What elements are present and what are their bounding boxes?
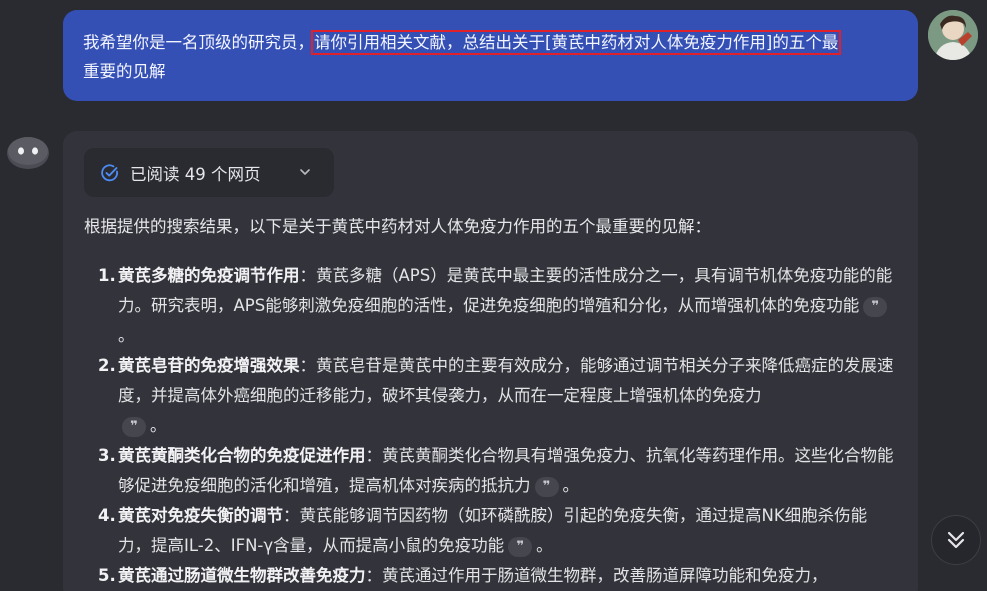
citation-link[interactable]: ❞ [534,476,559,497]
user-avatar-photo [928,10,978,60]
list-item-heading: 黄芪皂苷的免疫增强效果 [118,356,300,375]
list-item-number: 5. [98,566,116,585]
list-item-end: 。 [150,416,167,435]
list-item-heading: 黄芪通过肠道微生物群改善免疫力 [118,566,366,585]
bot-avatar [6,136,50,170]
read-sources-label: 已阅读 49 个网页 [130,164,261,184]
list-item-number: 4. [98,506,116,525]
list-item-heading: 黄芪对免疫失衡的调节 [118,506,283,525]
list-item-end: 。 [562,476,580,495]
list-item: 4. 黄芪对免疫失衡的调节：黄芪能够调节因药物（如环磷酰胺）引起的免疫失衡，通过… [98,501,898,561]
list-item: 5. 黄芪通过肠道微生物群改善免疫力：黄芪通过作用于肠道微生物群，改善肠道屏障功… [98,561,898,591]
citation-link[interactable]: ❞ [863,296,888,317]
list-item: 1. 黄芪多糖的免疫调节作用：黄芪多糖（APS）是黄芪中最主要的活性成分之一，具… [98,261,898,351]
double-chevron-down-icon [947,531,965,549]
citation-link[interactable]: ❞ [122,416,146,437]
list-item-heading: 黄芪多糖的免疫调节作用 [118,266,300,285]
user-message-text-start: 我希望你是一名顶级的研究员， [83,33,314,52]
user-message-highlighted-text: 请你引用相关文献，总结出关于[黄芪中药材对人体免疫力作用]的五个最 [310,30,842,55]
list-item: 2. 黄芪皂苷的免疫增强效果：黄芪皂苷是黄芪中的主要有效成分，能够通过调节相关分… [98,351,898,441]
list-item-text: ：黄芪通过作用于肠道微生物群，改善肠道屏障功能和免疫力， [365,566,828,585]
assistant-answer-card: 已阅读 49 个网页 根据提供的搜索结果，以下是关于黄芪中药材对人体免疫力作用的… [63,131,918,591]
scroll-to-bottom-button[interactable] [931,515,981,565]
chevron-down-icon[interactable] [298,165,312,179]
list-item-number: 2. [98,356,116,375]
read-sources-toggle[interactable]: 已阅读 49 个网页 [84,148,334,197]
bot-face-icon [7,137,49,169]
list-item-end: 。 [118,326,135,345]
answer-intro: 根据提供的搜索结果，以下是关于黄芪中药材对人体免疫力作用的五个最重要的见解： [84,217,711,236]
citation-link[interactable]: ❞ [508,536,533,557]
list-item-heading: 黄芪黄酮类化合物的免疫促进作用 [118,446,366,465]
list-item-end: 。 [536,536,553,555]
user-message-bubble: 我希望你是一名顶级的研究员，请你引用相关文献，总结出关于[黄芪中药材对人体免疫力… [63,10,918,101]
user-message-text-end: 重要的见解 [83,62,166,81]
list-item: 3. 黄芪黄酮类化合物的免疫促进作用：黄芪黄酮类化合物具有增强免疫力、抗氧化等药… [98,441,898,501]
check-circle-icon [101,163,118,181]
insights-list: 1. 黄芪多糖的免疫调节作用：黄芪多糖（APS）是黄芪中最主要的活性成分之一，具… [98,261,898,591]
list-item-number: 3. [98,446,116,465]
user-avatar[interactable] [928,10,978,60]
chat-stage: 我希望你是一名顶级的研究员，请你引用相关文献，总结出关于[黄芪中药材对人体免疫力… [0,0,987,591]
list-item-number: 1. [98,266,116,285]
